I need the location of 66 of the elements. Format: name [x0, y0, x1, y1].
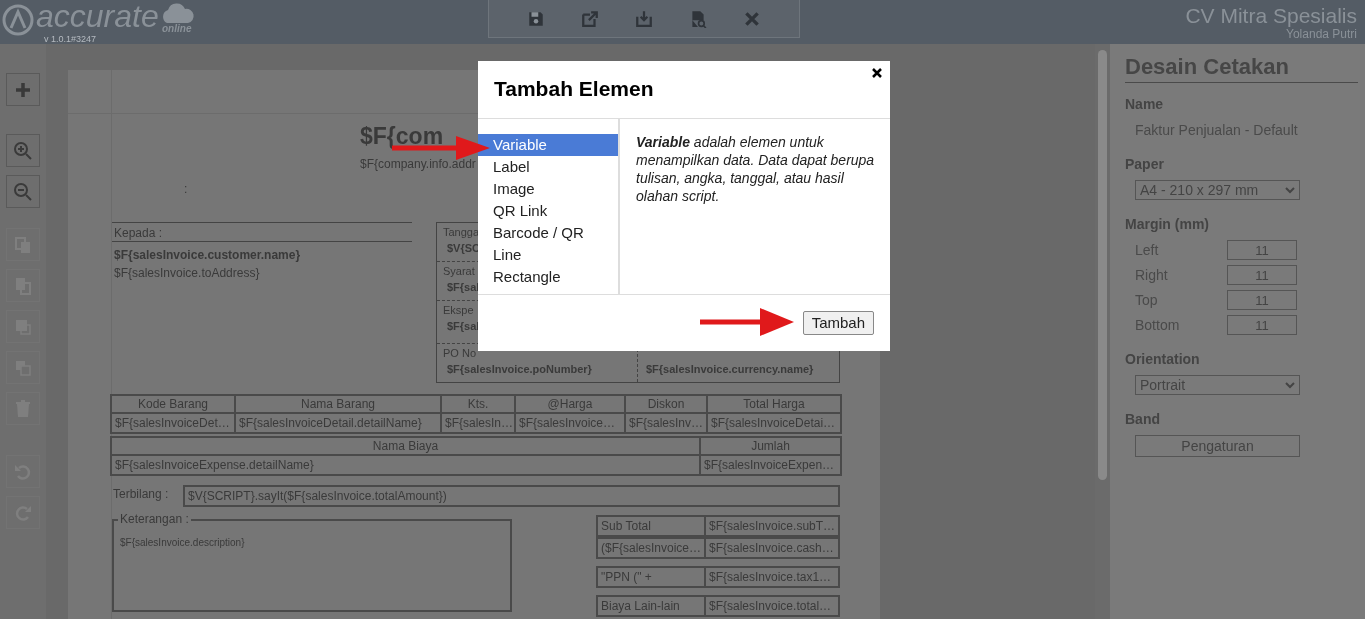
add-button[interactable]: Tambah [802, 311, 874, 335]
column-header: Kode Barang [111, 395, 235, 413]
field-value: $V{SC [447, 241, 481, 255]
chevron-down-icon [1285, 186, 1295, 194]
table-cell-text: $F{salesInvoice.subT… [708, 518, 837, 535]
table-cell: $F{salesInvoiceDetail.detailName} [235, 413, 441, 433]
table-cell: Sub Total [598, 517, 706, 535]
tool-button[interactable] [6, 73, 40, 106]
tool-button[interactable] [6, 175, 40, 208]
chevron-down-icon [1285, 381, 1295, 389]
scrollbar-thumb[interactable] [1098, 50, 1107, 480]
list-option[interactable]: Label [478, 156, 618, 178]
field-value: $F{salesInvoice.currency.name} [646, 362, 815, 376]
table-cell: $F{salesIn… [441, 413, 515, 433]
notes-label: Keterangan : [118, 512, 191, 526]
table-cell-text: $F{salesInvoice.cash… [708, 540, 835, 557]
table-cell-text: $F{salesInvoice.tax1… [708, 569, 833, 586]
table-cell-text: $F{salesInvoice.total… [708, 598, 833, 615]
table-cell: $F{salesInvoiceExpense.detailName} [111, 455, 700, 475]
notes-field: $F{salesInvoice.description} [120, 537, 245, 549]
address-field: $F{salesInvoice.toAddress} [114, 266, 260, 280]
column-header: Total Harga [707, 395, 841, 413]
company-address: $F{company.info.addr [360, 157, 476, 171]
file-search-icon[interactable] [689, 9, 707, 28]
column-header: Diskon [625, 395, 707, 413]
table-cell: ($F{salesInvoice… [598, 539, 706, 557]
version-text: v 1.0.1#3247 [44, 34, 97, 44]
field-value: $F{salesInvoice.poNumber} [447, 362, 592, 376]
list-option[interactable]: Rectangle [478, 266, 618, 288]
table-cell: "PPN (" + [598, 568, 706, 586]
field-label: Ekspe [443, 303, 474, 317]
column-header: Kts. [441, 395, 515, 413]
table-cell: Biaya Lain-lain [598, 597, 706, 615]
column-header: @Harga [515, 395, 625, 413]
list-option[interactable]: QR Link [478, 200, 618, 222]
download-icon[interactable] [635, 9, 653, 28]
export-icon[interactable] [581, 9, 599, 28]
save-icon[interactable] [527, 9, 545, 28]
table-cell: $F{salesInvoiceExpen… [700, 455, 841, 475]
report-title: $F{com [360, 122, 444, 150]
close-icon[interactable] [872, 68, 882, 78]
column-header: Nama Biaya [111, 437, 700, 455]
tool-button[interactable] [6, 134, 40, 167]
zoom-out-icon [13, 181, 33, 202]
list-option[interactable]: Image [478, 178, 618, 200]
dialog-title: Tambah Elemen [494, 77, 654, 101]
table-cell: $F{salesInvoiceDet… [111, 413, 235, 433]
colon-text: : [184, 182, 188, 196]
table-cell: $F{salesInvoiceDetai… [707, 413, 841, 433]
table-cell: $F{salesInv… [625, 413, 707, 433]
list-option[interactable]: Line [478, 244, 618, 266]
zoom-in-icon [13, 140, 33, 161]
column-header: Jumlah [700, 437, 841, 455]
logo-icon [2, 4, 34, 36]
list-option[interactable]: Barcode / QR [478, 222, 618, 244]
field-label: Syarat [443, 264, 475, 278]
field-label: Tangga [443, 225, 480, 239]
description-text: Variable adalah elemen untuk menampilkan data. Data dapat berupa tulisan, angka, tanggal, atau hasil olahan script. [635, 133, 876, 206]
column-header: Nama Barang [235, 395, 441, 413]
field-label: PO No [443, 346, 476, 360]
list-option[interactable]: Variable [478, 134, 618, 156]
customer-name-field: $F{salesInvoice.customer.name} [114, 248, 301, 262]
amount-words-label: Terbilang : [113, 487, 169, 501]
amount-words-field: $V{SCRIPT}.sayIt($F{salesInvoice.totalAmount}) [183, 485, 840, 507]
recipient-label: Kepada : [114, 226, 163, 240]
table-cell: $F{salesInvoice… [515, 413, 625, 433]
